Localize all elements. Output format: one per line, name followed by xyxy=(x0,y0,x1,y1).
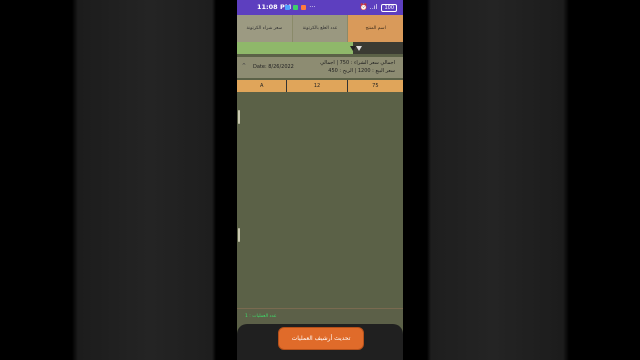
filter-price[interactable] xyxy=(237,42,293,54)
more-notifications: ··· xyxy=(309,3,316,11)
operations-count: عدد العمليات : 1 xyxy=(245,314,277,319)
cell-purchase-price: 75 xyxy=(372,83,379,89)
scroll-indicator-bottom xyxy=(238,228,240,242)
app-notification-icon xyxy=(301,4,307,10)
header-purchase-price[interactable]: سعر شراء الكرتونة xyxy=(237,15,293,42)
status-right: ⏰ ..ıl 100 xyxy=(359,3,397,12)
battery-icon: 100 xyxy=(381,4,397,12)
status-bar: 11:08 PM ··· ⏰ ..ıl 100 xyxy=(237,0,403,15)
signal-icon: ..ıl xyxy=(369,3,378,11)
header-items-per-carton[interactable]: عدد العلع بالكرتونة xyxy=(292,15,349,42)
video-blur-left xyxy=(0,0,237,360)
alarm-icon: ⏰ xyxy=(359,3,368,11)
summary-totals-line1: اجمالي سعر الشراء : 750 | اجمالي xyxy=(320,60,395,66)
update-archive-button[interactable]: تحديث أرشيف العمليات xyxy=(278,327,364,350)
filter-icon[interactable] xyxy=(356,45,362,51)
header-product-name[interactable]: اسم المنتج xyxy=(348,15,403,42)
cell-product-name: A xyxy=(237,80,288,92)
filter-name[interactable] xyxy=(353,42,403,54)
scroll-indicator-top xyxy=(238,110,240,124)
table-header: سعر شراء الكرتونة عدد العلع بالكرتونة اس… xyxy=(237,15,403,42)
filter-row xyxy=(237,42,403,54)
operation-date: Date: 8/26/2022 xyxy=(253,64,294,70)
message-icon xyxy=(285,4,290,10)
footer-bar: عدد العمليات : 1 xyxy=(237,308,403,325)
cell-items-per-carton: 12 xyxy=(287,80,348,92)
filter-icon[interactable] xyxy=(350,45,356,51)
table-row[interactable]: A 12 75 xyxy=(237,80,403,92)
video-blur-right xyxy=(403,0,640,360)
whatsapp-icon xyxy=(293,4,299,10)
summary-totals-line2: سعر البيع : 1200 | الربح : 450 xyxy=(328,68,395,74)
collapse-icon[interactable]: ⌃ xyxy=(241,62,247,70)
filter-count[interactable] xyxy=(293,42,356,54)
bottom-panel: تحديث أرشيف العمليات xyxy=(237,324,403,360)
operation-summary[interactable]: ⌃ Date: 8/26/2022 اجمالي سعر الشراء : 75… xyxy=(237,57,403,78)
phone-screen: 11:08 PM ··· ⏰ ..ıl 100 سعر شراء الكرتون… xyxy=(237,0,403,360)
notification-icons: ··· xyxy=(285,3,315,11)
